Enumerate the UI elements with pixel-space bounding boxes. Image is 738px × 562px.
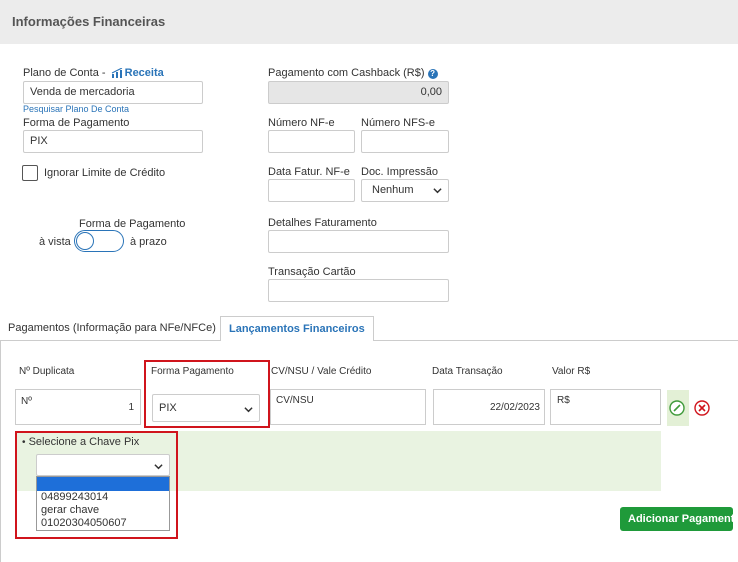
plano-conta-label-text: Plano de Conta - [23,67,109,79]
section-title: Informações Financeiras [12,14,166,29]
valor-prefix: R$ [557,395,570,406]
receita-link[interactable]: Receita [125,67,164,79]
col-data: Data Transação [432,366,503,377]
plano-conta-input[interactable]: Venda de mercadoria [23,81,203,104]
forma-pagamento-select[interactable]: PIX [152,394,260,422]
nfse-input[interactable] [361,130,449,153]
chart-icon [111,68,122,78]
data-fatur-input[interactable] [268,179,355,202]
duplicata-cell[interactable]: Nº 1 [15,389,141,425]
col-duplicata: Nº Duplicata [19,366,75,377]
pesquisar-plano-link[interactable]: Pesquisar Plano De Conta [23,104,129,114]
forma-pagamento-value: PIX [159,402,177,414]
pix-option-empty[interactable] [37,477,169,491]
ignorar-limite-checkbox[interactable] [22,165,38,181]
toggle-knob [76,232,94,250]
transacao-input[interactable] [268,279,449,302]
duplicata-prefix: Nº [21,396,32,407]
nfe-input[interactable] [268,130,355,153]
doc-impressao-value: Nenhum [372,184,414,196]
payment-mode-toggle[interactable] [74,230,124,252]
toggle-right-label: à prazo [130,236,167,248]
edit-icon[interactable] [669,400,685,416]
col-cvnsu: CV/NSU / Vale Crédito [271,366,372,377]
chevron-down-icon [433,188,442,194]
pix-option-document[interactable]: 01020304050607 [37,517,169,530]
data-transacao-cell[interactable]: 22/02/2023 [433,389,545,425]
pix-dropdown: 04899243014 gerar chave 01020304050607 [36,476,170,531]
valor-cell[interactable]: R$ [550,389,661,425]
doc-impressao-label: Doc. Impressão [361,166,439,178]
data-fatur-label: Data Fatur. NF-e [268,166,350,178]
detalhes-label: Detalhes Faturamento [268,217,377,229]
pix-option-phone[interactable]: 04899243014 [37,491,169,504]
question-icon[interactable]: ? [427,69,438,79]
tab-pagamentos[interactable]: Pagamentos (Informação para NFe/NFCe) [0,316,224,341]
pix-label: • Selecione a Chave Pix [22,436,139,448]
nfse-label: Número NFS-e [361,117,435,129]
pix-label-text: Selecione a Chave Pix [28,436,140,448]
ignorar-limite-label: Ignorar Limite de Crédito [44,167,166,179]
pix-option-generate[interactable]: gerar chave [37,504,169,517]
nfe-label: Número NF-e [268,117,335,129]
cashback-input: 0,00 [268,81,449,104]
data-transacao-value: 22/02/2023 [489,402,540,413]
plano-conta-label: Plano de Conta - Receita [23,67,164,79]
tab-lancamentos[interactable]: Lançamentos Financeiros [220,316,374,341]
toggle-left-label: à vista [39,236,71,248]
cashback-label: Pagamento com Cashback (R$)? [268,67,438,79]
pix-key-select[interactable] [36,454,170,476]
cashback-label-text: Pagamento com Cashback (R$) [268,67,425,79]
chevron-down-icon [154,464,163,470]
cvnsu-cell[interactable]: CV/NSU [270,389,426,425]
forma-pagamento-input[interactable]: PIX [23,130,203,153]
chevron-down-icon [244,407,253,413]
add-payment-button[interactable]: Adicionar Pagamento [620,507,738,531]
col-valor: Valor R$ [552,366,591,377]
cvnsu-placeholder: CV/NSU [276,395,314,406]
doc-impressao-select[interactable]: Nenhum [361,179,449,202]
detalhes-input[interactable] [268,230,449,253]
forma-pagamento-label: Forma de Pagamento [23,117,130,129]
transacao-label: Transação Cartão [268,266,356,278]
delete-icon[interactable] [694,400,710,416]
bullet-icon: • [22,437,26,448]
duplicata-number: 1 [128,402,134,413]
toggle-title: Forma de Pagamento [79,218,186,230]
